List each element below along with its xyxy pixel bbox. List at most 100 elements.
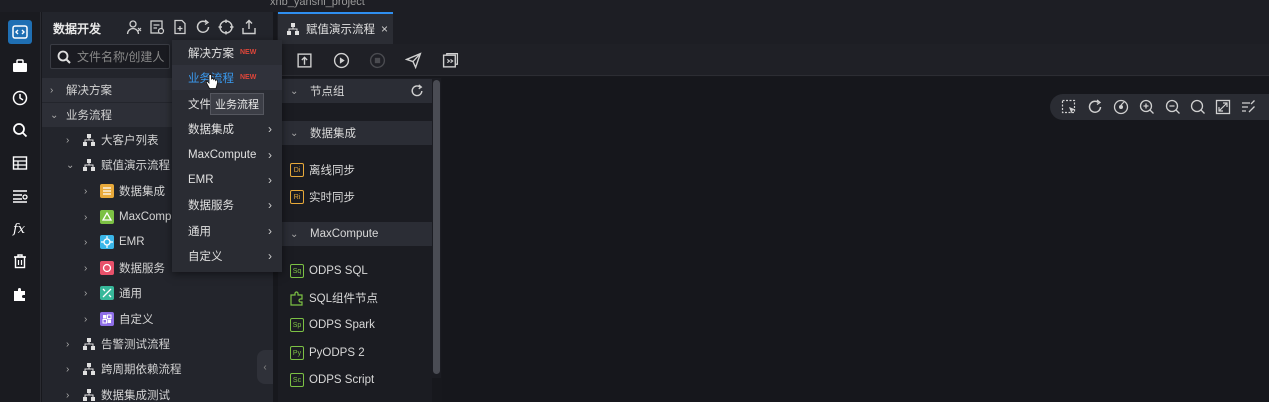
search-icon[interactable] — [1189, 98, 1207, 116]
chevron-right-icon: › — [84, 313, 88, 325]
chevron-right-icon: › — [66, 338, 70, 350]
puzzle-icon[interactable] — [8, 282, 32, 306]
menu-item-emr[interactable]: EMR › — [172, 167, 282, 192]
puzzle-icon — [290, 291, 303, 306]
workflow-icon — [82, 337, 96, 351]
ops-center-icon[interactable] — [441, 51, 459, 69]
tree-item-general[interactable]: › 通用 — [84, 282, 142, 304]
menu-item-data-integration[interactable]: 数据集成 › — [172, 116, 282, 141]
chevron-down-icon: ⌄ — [290, 127, 299, 139]
tree-item-workflow[interactable]: › 告警测试流程 — [66, 333, 170, 355]
user-filter-icon[interactable] — [126, 19, 142, 35]
tree-item-workflows[interactable]: ⌄ 业务流程 — [50, 104, 112, 126]
node-odps-spark[interactable]: Sp ODPS Spark — [278, 314, 432, 336]
workflow-canvas[interactable] — [442, 77, 1269, 402]
node-odps-script[interactable]: Sc ODPS Script — [278, 369, 432, 391]
general-icon — [100, 286, 114, 300]
tree-item-workflow[interactable]: › 跨周期依赖流程 — [66, 358, 182, 380]
node-panel: ⌄ 节点组 ⌄ 数据集成 Di 离线同步 Ri 实时同步 ⌄ MaxComput… — [278, 78, 432, 402]
tree-item-maxcompute[interactable]: › MaxCompu — [84, 206, 178, 228]
function-icon[interactable]: fx — [8, 216, 32, 240]
zoom-in-icon[interactable] — [1138, 98, 1156, 116]
search-input[interactable] — [77, 48, 167, 66]
chevron-right-icon: › — [66, 389, 70, 401]
zoom-out-icon[interactable] — [1164, 98, 1182, 116]
chevron-down-icon: ⌄ — [50, 109, 59, 121]
node-pyodps2[interactable]: Py PyODPS 2 — [278, 342, 432, 364]
pyodps-icon: Py — [290, 346, 304, 360]
chevron-right-icon: › — [84, 211, 88, 223]
chevron-right-icon: › — [84, 185, 88, 197]
realtime-sync-icon: Ri — [290, 190, 304, 204]
menu-item-general[interactable]: 通用 › — [172, 218, 282, 243]
odps-sql-icon: Sq — [290, 264, 304, 278]
tree-item-custom[interactable]: › 自定义 — [84, 308, 154, 330]
menu-item-solution[interactable]: 解决方案 NEW — [172, 40, 282, 65]
menu-item-data-service[interactable]: 数据服务 › — [172, 192, 282, 217]
box-select-icon[interactable] — [1060, 98, 1078, 116]
import-icon[interactable] — [241, 19, 257, 35]
chevron-right-icon: › — [50, 84, 54, 96]
format-icon[interactable] — [1239, 98, 1257, 116]
run-icon[interactable] — [332, 51, 350, 69]
scrollbar-thumb[interactable] — [433, 80, 440, 374]
code-icon[interactable] — [8, 20, 32, 44]
node-odps-sql[interactable]: Sq ODPS SQL — [278, 260, 432, 282]
submit-icon[interactable] — [295, 51, 313, 69]
menu-item-custom[interactable]: 自定义 › — [172, 243, 282, 268]
close-icon[interactable]: × — [381, 22, 388, 36]
filter-list-icon[interactable] — [149, 19, 165, 35]
clock-icon[interactable] — [8, 86, 32, 110]
stop-icon[interactable] — [368, 51, 386, 69]
menu-item-maxcompute[interactable]: MaxCompute › — [172, 142, 282, 167]
tree-item-solutions[interactable]: › 解决方案 — [50, 79, 112, 101]
node-panel-scrollbar[interactable] — [432, 78, 441, 378]
chevron-right-icon: › — [268, 223, 272, 238]
briefcase-icon[interactable] — [8, 54, 32, 78]
workflow-icon — [82, 133, 96, 147]
hand-cursor-icon — [205, 74, 218, 89]
refresh-icon[interactable] — [195, 19, 211, 35]
custom-icon — [100, 312, 114, 326]
odps-script-icon: Sc — [290, 373, 304, 387]
trash-icon[interactable] — [8, 249, 32, 273]
menu-item-workflow[interactable]: 业务流程 NEW — [172, 65, 282, 90]
project-title: xnb_yanshi_project — [270, 0, 365, 8]
list-settings-icon[interactable] — [8, 184, 32, 208]
section-data-integration[interactable]: ⌄ 数据集成 — [278, 121, 432, 145]
section-maxcompute[interactable]: ⌄ MaxCompute — [278, 222, 432, 246]
tree-item-workflow[interactable]: › 数据集成测试 — [66, 384, 170, 402]
new-badge: NEW — [240, 74, 257, 81]
section-node-group[interactable]: ⌄ 节点组 — [278, 79, 432, 103]
publish-icon[interactable] — [404, 51, 422, 69]
node-sql-component[interactable]: SQL组件节点 — [278, 287, 432, 309]
node-realtime-sync[interactable]: Ri 实时同步 — [278, 186, 432, 208]
workflow-icon — [82, 362, 96, 376]
locate-icon[interactable] — [218, 19, 234, 35]
refresh-icon[interactable] — [1086, 98, 1104, 116]
refresh-icon[interactable] — [410, 84, 424, 98]
tree-item-workflow-active[interactable]: ⌄ 赋值演示流程 — [66, 154, 170, 176]
tree-item-data-service[interactable]: › 数据服务 — [84, 257, 165, 279]
new-file-icon[interactable] — [172, 19, 188, 35]
sidebar-toolbar — [126, 19, 257, 35]
collapse-sidebar-handle[interactable]: ‹ — [257, 350, 273, 384]
chevron-right-icon: › — [268, 197, 272, 212]
search-icon[interactable] — [8, 118, 32, 142]
fullscreen-icon[interactable] — [1214, 98, 1232, 116]
tree-item-workflow[interactable]: › 大客户列表 — [66, 129, 159, 151]
search-box — [50, 44, 170, 69]
chevron-down-icon: ⌄ — [290, 228, 299, 240]
chevron-right-icon: › — [84, 236, 88, 248]
workflow-icon — [287, 23, 299, 35]
data-integration-icon — [100, 184, 114, 198]
chevron-down-icon: ⌄ — [290, 85, 299, 97]
layout-icon[interactable] — [1112, 98, 1130, 116]
tab-workflow[interactable]: 赋值演示流程 × — [278, 12, 393, 44]
chevron-right-icon: › — [268, 248, 272, 263]
tree-item-emr[interactable]: › EMR — [84, 231, 145, 253]
maxcompute-icon — [100, 210, 114, 224]
tree-item-data-integration[interactable]: › 数据集成 — [84, 180, 165, 202]
node-offline-sync[interactable]: Di 离线同步 — [278, 159, 432, 181]
table-icon[interactable] — [8, 151, 32, 175]
